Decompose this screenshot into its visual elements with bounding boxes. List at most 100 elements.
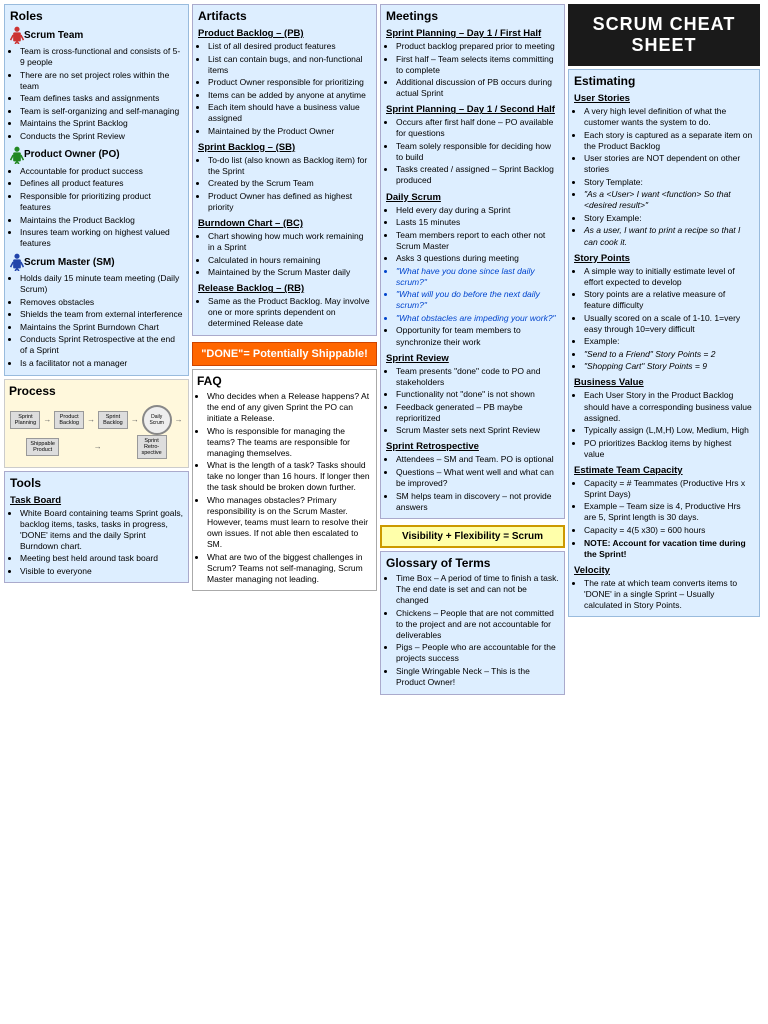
list-item: Who manages obstacles? Primary responsib… (207, 495, 372, 550)
faq-list: Who decides when a Release happens? At t… (197, 391, 372, 585)
arrow-4: → (175, 415, 183, 424)
task-board-list: White Board containing teams Sprint goal… (10, 508, 183, 577)
list-item: Typically assign (L,M,H) Low, Medium, Hi… (584, 425, 754, 436)
list-item: Conducts the Sprint Review (20, 131, 183, 142)
burndown-chart-list: Chart showing how much work remaining in… (198, 231, 371, 278)
list-item: Who decides when a Release happens? At t… (207, 391, 372, 424)
list-item: Chickens – People that are not committed… (396, 608, 559, 641)
arrow-1: → (43, 415, 51, 424)
list-item: NOTE: Account for vacation time during t… (584, 538, 754, 560)
arrow-3: → (131, 415, 139, 424)
visibility-banner: Visibility + Flexibility = Scrum (380, 525, 565, 548)
list-item: Single Wringable Neck – This is the Prod… (396, 666, 559, 688)
process-product-backlog: ProductBacklog (54, 411, 84, 429)
process-sprint-planning: SprintPlanning (10, 411, 40, 429)
daily-scrum-q2: "What will you do before the next daily … (396, 289, 559, 311)
sprint-review-title: Sprint Review (386, 353, 559, 364)
sprint-backlog-list: To-do list (also known as Backlog item) … (198, 155, 371, 213)
daily-scrum-list: Held every day during a Sprint Lasts 15 … (386, 205, 559, 348)
velocity-title: Velocity (574, 565, 754, 576)
glossary-list: Time Box – A period of time to finish a … (386, 573, 559, 688)
column-3: Meetings Sprint Planning – Day 1 / First… (380, 4, 565, 698)
list-item: Team defines tasks and assignments (20, 93, 183, 104)
sprint-review-list: Team presents "done" code to PO and stak… (386, 366, 559, 437)
list-item: Lasts 15 minutes (396, 217, 559, 228)
list-item: Attendees – SM and Team. PO is optional (396, 454, 559, 465)
list-item: Holds daily 15 minute team meeting (Dail… (20, 273, 183, 295)
column-4: SCRUM CHEAT SHEET Estimating User Storie… (568, 4, 760, 698)
list-item: Team is cross-functional and consists of… (20, 46, 183, 68)
sprint-planning-1-list: Product backlog prepared prior to meetin… (386, 41, 559, 99)
scrum-team-subsection: Scrum Team Team is cross-functional and … (10, 26, 183, 142)
list-item: As a user, I want to print a recipe so t… (584, 225, 754, 247)
column-2: Artifacts Product Backlog – (PB) List of… (192, 4, 377, 698)
release-backlog-title: Release Backlog – (RB) (198, 283, 371, 294)
scrum-master-icon (10, 253, 24, 271)
list-item: Held every day during a Sprint (396, 205, 559, 216)
list-item: Additional discussion of PB occurs durin… (396, 77, 559, 99)
list-item: Chart showing how much work remaining in… (208, 231, 371, 253)
tools-title: Tools (10, 476, 183, 490)
list-item: Usually scored on a scale of 1-10. 1=ver… (584, 313, 754, 335)
list-item: Occurs after first half done – PO availa… (396, 117, 559, 139)
story-points-list: A simple way to initially estimate level… (574, 266, 754, 373)
list-item: White Board containing teams Sprint goal… (20, 508, 183, 552)
list-item: Example: (584, 336, 754, 347)
list-item: Asks 3 questions during meeting (396, 253, 559, 264)
estimating-section: Estimating User Stories A very high leve… (568, 69, 760, 617)
scrum-team-icon (10, 26, 24, 44)
user-stories-title: User Stories (574, 93, 754, 104)
process-diagram: SprintPlanning → ProductBacklog → Sprint… (9, 401, 184, 463)
artifacts-title: Artifacts (198, 9, 371, 23)
list-item: Shields the team from external interfere… (20, 309, 183, 320)
daily-scrum-q1: "What have you done since last daily scr… (396, 266, 559, 288)
list-item: Team is self-organizing and self-managin… (20, 106, 183, 117)
list-item: Capacity = # Teammates (Productive Hrs x… (584, 478, 754, 500)
scrum-team-list: Team is cross-functional and consists of… (10, 46, 183, 142)
glossary-section: Glossary of Terms Time Box – A period of… (380, 551, 565, 694)
faq-title: FAQ (197, 374, 372, 388)
release-backlog-list: Same as the Product Backlog. May involve… (198, 296, 371, 329)
product-owner-list: Accountable for product success Defines … (10, 166, 183, 249)
list-item: Story points are a relative measure of f… (584, 289, 754, 311)
process-daily-scrum: DailyScrum (142, 405, 172, 435)
artifacts-section: Artifacts Product Backlog – (PB) List of… (192, 4, 377, 336)
scrum-master-subsection: Scrum Master (SM) Holds daily 15 minute … (10, 253, 183, 369)
list-item: Each item should have a business value a… (208, 102, 371, 124)
sprint-planning-1-title: Sprint Planning – Day 1 / First Half (386, 28, 559, 39)
velocity-list: The rate at which team converts items to… (574, 578, 754, 611)
product-owner-title: Product Owner (PO) (24, 149, 120, 160)
list-item: PO prioritizes Backlog items by highest … (584, 438, 754, 460)
process-section: Process SprintPlanning → ProductBacklog … (4, 379, 189, 468)
list-item: To-do list (also known as Backlog item) … (208, 155, 371, 177)
estimate-capacity-title: Estimate Team Capacity (574, 465, 754, 476)
list-item: Maintains the Sprint Burndown Chart (20, 322, 183, 333)
sprint-retro-title: Sprint Retrospective (386, 441, 559, 452)
glossary-title: Glossary of Terms (386, 556, 559, 570)
scrum-team-title: Scrum Team (24, 30, 83, 41)
list-item: Maintains the Sprint Backlog (20, 118, 183, 129)
list-item: SM helps team in discovery – not provide… (396, 491, 559, 513)
list-item: First half – Team selects items committi… (396, 54, 559, 76)
daily-scrum-q3: "What obstacles are impeding your work?" (396, 313, 559, 324)
estimating-title: Estimating (574, 74, 754, 88)
list-item: Capacity = 4(5 x30) = 600 hours (584, 525, 754, 536)
estimate-capacity-list: Capacity = # Teammates (Productive Hrs x… (574, 478, 754, 560)
list-item: Created by the Scrum Team (208, 178, 371, 189)
list-item: Story Template: (584, 177, 754, 188)
list-item: Product backlog prepared prior to meetin… (396, 41, 559, 52)
sprint-backlog-title: Sprint Backlog – (SB) (198, 142, 371, 153)
list-item: Team solely responsible for deciding how… (396, 141, 559, 163)
list-item: Team presents "done" code to PO and stak… (396, 366, 559, 388)
sprint-planning-2-list: Occurs after first half done – PO availa… (386, 117, 559, 186)
process-title: Process (9, 384, 184, 398)
task-board-title: Task Board (10, 495, 183, 506)
cheat-sheet-header: SCRUM CHEAT SHEET (568, 4, 760, 66)
list-item: Pigs – People who are accountable for th… (396, 642, 559, 664)
list-item: Team members report to each other not Sc… (396, 230, 559, 252)
list-item: A simple way to initially estimate level… (584, 266, 754, 288)
list-item: List can contain bugs, and non-functiona… (208, 54, 371, 76)
list-item: Functionality not "done" is not shown (396, 389, 559, 400)
list-item: Opportunity for team members to synchron… (396, 325, 559, 347)
sprint-planning-2-title: Sprint Planning – Day 1 / Second Half (386, 104, 559, 115)
